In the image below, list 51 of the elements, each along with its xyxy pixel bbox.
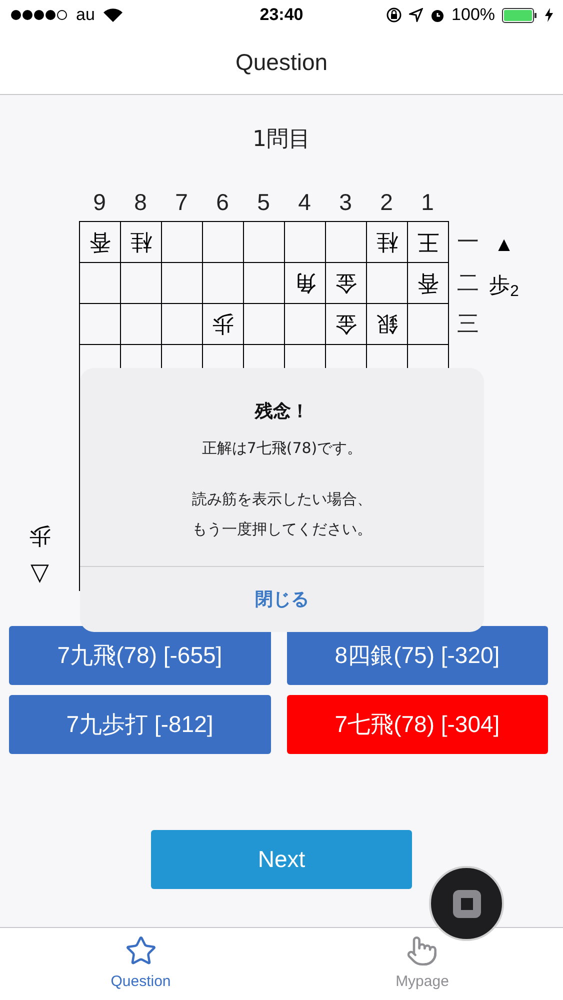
rank-number: 一 [457,228,479,256]
shogi-piece[interactable]: 金 [335,272,357,294]
captured-pieces: 歩$_{2}$ [489,275,519,296]
captured-pieces: 歩 [28,525,50,547]
file-number: 3 [339,188,352,217]
star-icon [124,934,157,967]
shogi-piece[interactable]: 歩 [212,313,234,335]
answer-button[interactable]: 7九飛(78) [-655] [9,626,270,685]
signal-icon [10,9,68,21]
dialog-hint: 読み筋を表示したい場合、 [192,488,372,510]
shogi-piece[interactable]: 桂 [376,231,398,253]
file-number: 6 [216,188,229,217]
answer-button[interactable]: 8四銀(75) [-320] [286,626,548,685]
shogi-piece[interactable]: 銀 [376,313,398,335]
file-number: 4 [298,188,311,217]
question-number: 1問目 [252,126,310,154]
dialog-hint: もう一度押してください。 [192,519,372,540]
file-number: 2 [380,188,393,217]
shogi-piece[interactable]: 香 [89,231,111,253]
battery-icon [502,8,538,22]
page-title: Question [235,48,328,77]
rotation-lock-icon [386,7,402,23]
dialog-title: 残念！ [255,400,309,424]
wifi-icon [102,8,123,22]
sente-mark: ▲ [494,235,514,255]
shogi-piece[interactable]: 角 [294,272,316,294]
pointing-hand-icon [406,934,438,967]
file-number: 5 [257,188,270,217]
shogi-piece[interactable]: 桂 [130,231,152,253]
gote-mark: ▽ [30,561,48,585]
carrier-name: au [76,4,95,26]
shogi-piece[interactable]: 香 [417,272,439,294]
file-number: 7 [175,188,188,217]
file-number: 8 [134,188,147,217]
rank-number: 二 [457,269,479,297]
shogi-piece[interactable]: 金 [335,313,357,335]
shogi-piece[interactable]: 王 [417,231,439,253]
square-icon [452,890,480,918]
file-number: 1 [421,188,434,217]
close-button[interactable]: 閉じる [80,567,484,632]
clock-time: 23:40 [260,4,304,26]
dialog-message: 正解は7七飛(78)です。 [202,438,362,459]
answer-button[interactable]: 7七飛(78) [-304] [286,695,548,754]
charging-bolt-icon [545,8,554,22]
file-number: 9 [93,188,106,217]
battery-percentage: 100% [452,4,496,26]
answer-button[interactable]: 7九歩打 [-812] [9,695,270,754]
tab-bar-item[interactable]: Question [0,928,282,1000]
alarm-clock-icon [430,8,445,22]
rank-number: 三 [457,310,479,338]
location-arrow-icon [408,8,423,22]
